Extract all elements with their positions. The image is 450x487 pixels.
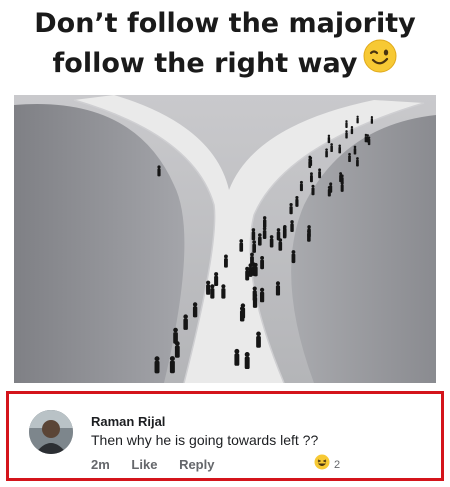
- reply-button[interactable]: Reply: [179, 457, 214, 472]
- person-figure: [307, 229, 311, 242]
- person-figure: [214, 272, 219, 286]
- person-figure: [245, 266, 250, 281]
- person-figure: [259, 287, 265, 303]
- person-figure: [192, 302, 198, 318]
- person-figure: [345, 130, 348, 139]
- person-figure: [370, 116, 374, 124]
- person-figure: [311, 184, 315, 196]
- person-figure: [350, 125, 354, 135]
- person-figure: [276, 228, 281, 241]
- person-figure: [169, 356, 175, 374]
- person-figure: [338, 144, 342, 154]
- person-figure: [309, 172, 313, 183]
- person-figure: [283, 225, 287, 238]
- person-figure: [356, 157, 359, 167]
- person-figure: [330, 143, 333, 153]
- comment-timestamp[interactable]: 2m: [91, 457, 110, 472]
- person-figure: [289, 203, 293, 215]
- person-figure: [339, 172, 343, 183]
- crowd-at-fork-road-image: [14, 95, 436, 383]
- photo-fork-road: [14, 95, 436, 383]
- person-figure: [234, 348, 240, 366]
- person-figure: [239, 239, 244, 252]
- avatar[interactable]: [29, 410, 73, 454]
- comment-text: Then why he is going towards left ??: [91, 432, 319, 448]
- reaction-count: 2: [334, 458, 341, 471]
- caption: Don’t follow the majority follow the rig…: [0, 4, 450, 85]
- caption-line-2: follow the right way: [52, 48, 358, 79]
- person-figure: [291, 250, 296, 264]
- person-figure: [269, 235, 274, 248]
- person-figure: [345, 120, 348, 129]
- person-figure: [206, 280, 211, 295]
- person-figure: [308, 155, 312, 165]
- person-figure: [221, 284, 226, 299]
- person-figure: [295, 195, 299, 207]
- reaction-summary[interactable]: 2: [314, 454, 340, 475]
- winking-face-icon: [363, 39, 397, 85]
- highlighted-comment: Raman Rijal Then why he is going towards…: [6, 391, 444, 481]
- person-figure: [252, 240, 256, 253]
- person-figure: [318, 168, 322, 179]
- person-figure: [325, 148, 328, 158]
- person-figure: [260, 255, 265, 270]
- person-figure: [262, 226, 267, 239]
- person-figure: [157, 165, 161, 177]
- person-figure: [210, 284, 215, 299]
- person-figure: [252, 293, 258, 308]
- person-figure: [154, 356, 160, 374]
- person-figure: [329, 182, 333, 193]
- person-figure: [251, 228, 256, 241]
- person-figure: [262, 216, 267, 228]
- caption-line-2-wrap: follow the right way: [0, 39, 450, 85]
- person-figure: [258, 233, 262, 246]
- person-figure: [173, 327, 178, 344]
- person-figure: [275, 281, 281, 296]
- person-figure: [367, 136, 371, 146]
- person-figure: [327, 134, 331, 144]
- person-figure: [256, 331, 261, 348]
- comment-actions: 2m Like Reply: [91, 457, 232, 472]
- like-button[interactable]: Like: [131, 457, 157, 472]
- person-figure: [240, 303, 246, 319]
- person-figure: [224, 254, 228, 268]
- comment-author[interactable]: Raman Rijal: [91, 414, 165, 429]
- person-figure: [353, 145, 357, 155]
- person-figure: [183, 314, 188, 330]
- person-figure: [299, 180, 303, 192]
- person-figure: [290, 220, 294, 233]
- person-figure: [356, 115, 359, 124]
- person-figure: [253, 262, 258, 277]
- person-figure: [340, 181, 344, 192]
- person-figure: [244, 352, 250, 370]
- haha-reaction-icon: [314, 454, 330, 475]
- person-figure: [348, 152, 351, 163]
